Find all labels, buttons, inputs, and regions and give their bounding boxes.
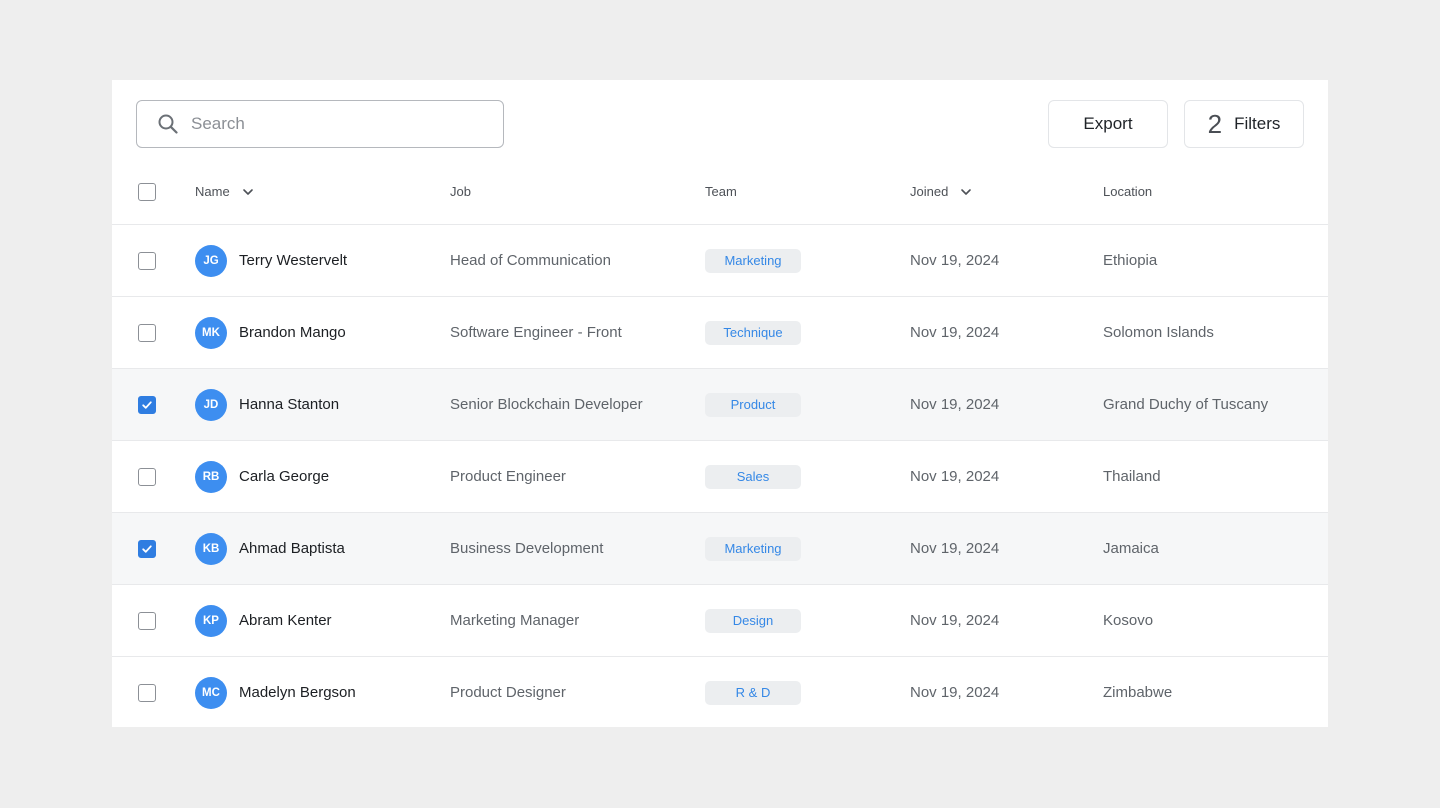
team-badge: Product	[705, 392, 801, 417]
job-title: Marketing Manager	[450, 612, 580, 629]
column-header-joined[interactable]: Joined	[910, 159, 972, 224]
avatar: JD	[195, 388, 227, 421]
joined-date: Nov 19, 2024	[910, 468, 1000, 485]
column-header-team: Team	[705, 184, 737, 199]
filters-label: Filters	[1234, 114, 1281, 133]
table-row[interactable]: JG Terry Westervelt Head of Communicatio…	[112, 224, 1328, 296]
avatar: KP	[195, 604, 227, 637]
location: Ethiopia	[1103, 252, 1158, 269]
table-header-row: Name Job Team Joined Location	[112, 159, 1328, 224]
location: Jamaica	[1103, 540, 1159, 557]
team-badge: R & D	[705, 680, 801, 705]
search-icon	[157, 113, 179, 135]
chevron-down-icon[interactable]	[960, 186, 972, 198]
check-icon	[142, 400, 152, 409]
avatar: RB	[195, 460, 227, 493]
table-row[interactable]: MK Brandon Mango Software Engineer - Fro…	[112, 296, 1328, 368]
team-badge: Design	[705, 608, 801, 633]
joined-date: Nov 19, 2024	[910, 540, 1000, 557]
person-name: Terry Westervelt	[239, 252, 348, 269]
filters-count: 2	[1207, 109, 1223, 139]
avatar: JG	[195, 244, 227, 277]
job-title: Product Engineer	[450, 468, 566, 485]
column-header-name[interactable]: Name	[195, 159, 254, 224]
joined-date: Nov 19, 2024	[910, 396, 1000, 413]
location: Zimbabwe	[1103, 684, 1173, 701]
person-name: Hanna Stanton	[239, 396, 340, 413]
table-row[interactable]: RB Carla George Product Engineer Sales N…	[112, 440, 1328, 512]
export-button[interactable]: Export	[1048, 100, 1168, 148]
row-checkbox[interactable]	[138, 539, 156, 558]
job-title: Business Development	[450, 540, 604, 557]
row-checkbox[interactable]	[138, 251, 156, 270]
search-box[interactable]	[136, 100, 504, 148]
team-badge: Technique	[705, 320, 801, 345]
person-name: Brandon Mango	[239, 324, 346, 341]
joined-date: Nov 19, 2024	[910, 252, 1000, 269]
filters-button[interactable]: 2 Filters	[1184, 100, 1304, 148]
check-icon	[142, 544, 152, 553]
location: Solomon Islands	[1103, 324, 1214, 341]
people-table-card: Export 2 Filters Name Job Team Joined	[112, 80, 1328, 727]
people-table: Name Job Team Joined Location JG Terry W…	[112, 159, 1328, 728]
column-header-job: Job	[450, 184, 471, 199]
joined-date: Nov 19, 2024	[910, 324, 1000, 341]
job-title: Product Designer	[450, 684, 566, 701]
avatar: MK	[195, 316, 227, 349]
table-row[interactable]: JD Hanna Stanton Senior Blockchain Devel…	[112, 368, 1328, 440]
team-badge: Sales	[705, 464, 801, 489]
column-header-location: Location	[1103, 184, 1153, 199]
table-row[interactable]: KP Abram Kenter Marketing Manager Design…	[112, 584, 1328, 656]
location: Kosovo	[1103, 612, 1154, 629]
table-body: JG Terry Westervelt Head of Communicatio…	[112, 224, 1328, 728]
person-name: Abram Kenter	[239, 612, 332, 629]
row-checkbox[interactable]	[138, 467, 156, 486]
avatar: MC	[195, 676, 227, 709]
team-badge: Marketing	[705, 248, 801, 273]
team-badge: Marketing	[705, 536, 801, 561]
location: Grand Duchy of Tuscany	[1103, 396, 1269, 413]
job-title: Senior Blockchain Developer	[450, 396, 643, 413]
row-checkbox[interactable]	[138, 611, 156, 630]
person-name: Ahmad Baptista	[239, 540, 345, 557]
person-name: Carla George	[239, 468, 330, 485]
job-title: Head of Communication	[450, 252, 611, 269]
person-name: Madelyn Bergson	[239, 684, 356, 701]
avatar: KB	[195, 532, 227, 565]
select-all-checkbox[interactable]	[138, 182, 156, 201]
chevron-down-icon[interactable]	[242, 186, 254, 198]
column-header-name-label: Name	[195, 184, 230, 199]
joined-date: Nov 19, 2024	[910, 612, 1000, 629]
row-checkbox[interactable]	[138, 323, 156, 342]
search-input[interactable]	[191, 114, 491, 134]
table-row[interactable]: MC Madelyn Bergson Product Designer R & …	[112, 656, 1328, 728]
joined-date: Nov 19, 2024	[910, 684, 1000, 701]
row-checkbox[interactable]	[138, 683, 156, 702]
location: Thailand	[1103, 468, 1161, 485]
row-checkbox[interactable]	[138, 395, 156, 414]
column-header-joined-label: Joined	[910, 184, 949, 199]
job-title: Software Engineer - Front	[450, 324, 622, 341]
table-row[interactable]: KB Ahmad Baptista Business Development M…	[112, 512, 1328, 584]
